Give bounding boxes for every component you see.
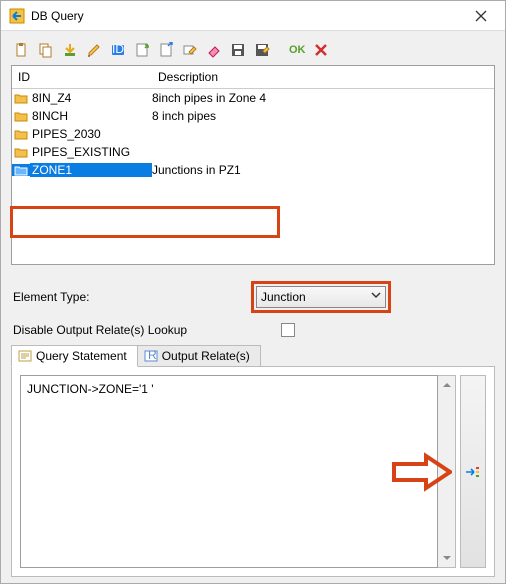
query-tab-page	[11, 366, 495, 577]
new-icon[interactable]	[133, 41, 151, 59]
element-type-label: Element Type:	[11, 290, 251, 304]
tab-output-relates[interactable]: R Output Relate(s)	[137, 345, 261, 367]
folder-icon	[12, 164, 30, 176]
tab-query-statement[interactable]: Query Statement	[11, 345, 138, 367]
folder-icon	[12, 146, 30, 158]
row-description: 8inch pipes in Zone 4	[152, 91, 494, 105]
relate-icon: R	[144, 349, 158, 363]
paste-icon[interactable]	[13, 41, 31, 59]
narrow-fields-button[interactable]	[460, 375, 486, 568]
disable-lookup-checkbox[interactable]	[281, 323, 295, 337]
row-id: 8IN_Z4	[30, 91, 152, 105]
query-scrollbar[interactable]	[438, 375, 456, 568]
list-row[interactable]: PIPES_2030	[12, 125, 494, 143]
id-badge-icon[interactable]: ID	[109, 41, 127, 59]
row-description: Junctions in PZ1	[152, 163, 494, 177]
cancel-icon[interactable]	[312, 41, 330, 59]
toolbar: ID OK	[11, 41, 495, 59]
element-type-combo[interactable]: Junction	[256, 286, 386, 308]
list-header: ID Description	[12, 66, 494, 89]
row-id: PIPES_2030	[30, 127, 152, 141]
query-list[interactable]: ID Description 8IN_Z48inch pipes in Zone…	[11, 65, 495, 265]
list-row[interactable]: PIPES_EXISTING	[12, 143, 494, 161]
app-icon	[9, 8, 25, 24]
import-icon[interactable]	[61, 41, 79, 59]
list-row[interactable]: 8INCH8 inch pipes	[12, 107, 494, 125]
db-query-window: DB Query ID OK ID Description	[0, 0, 506, 584]
narrow-icon	[464, 463, 482, 481]
ok-button[interactable]: OK	[289, 41, 306, 59]
header-id[interactable]: ID	[12, 66, 152, 88]
sql-icon	[18, 349, 32, 363]
row-id: 8INCH	[30, 109, 152, 123]
tab-relates-label: Output Relate(s)	[162, 349, 250, 363]
list-row[interactable]: 8IN_Z48inch pipes in Zone 4	[12, 89, 494, 107]
row-id: PIPES_EXISTING	[30, 145, 152, 159]
erase-icon[interactable]	[205, 41, 223, 59]
query-wrap	[20, 375, 486, 568]
titlebar: DB Query	[1, 1, 505, 31]
svg-text:ID: ID	[112, 42, 124, 56]
save-icon[interactable]	[229, 41, 247, 59]
disable-lookup-label: Disable Output Relate(s) Lookup	[11, 323, 281, 337]
list-body[interactable]: 8IN_Z48inch pipes in Zone 48INCH8 inch p…	[12, 89, 494, 264]
edit-pencil-icon[interactable]	[85, 41, 103, 59]
element-type-row: Element Type: Junction	[11, 281, 495, 313]
disable-lookup-row: Disable Output Relate(s) Lookup	[11, 323, 495, 337]
folder-icon	[12, 128, 30, 140]
window-title: DB Query	[31, 9, 461, 23]
svg-text:R: R	[148, 349, 157, 362]
list-row[interactable]: ZONE1Junctions in PZ1	[12, 161, 494, 179]
row-id: ZONE1	[30, 163, 152, 177]
folder-icon	[12, 110, 30, 122]
row-description: 8 inch pipes	[152, 109, 494, 123]
element-type-value: Junction	[261, 290, 306, 304]
open-icon[interactable]	[157, 41, 175, 59]
copy-icon[interactable]	[37, 41, 55, 59]
query-text-area[interactable]	[20, 375, 438, 568]
close-button[interactable]	[461, 1, 501, 31]
tabs: Query Statement R Output Relate(s)	[11, 345, 495, 367]
chevron-down-icon	[371, 290, 381, 300]
tab-query-label: Query Statement	[36, 349, 127, 363]
save-as-icon[interactable]	[253, 41, 271, 59]
rename-icon[interactable]	[181, 41, 199, 59]
header-description[interactable]: Description	[152, 66, 494, 88]
element-type-highlight: Junction	[251, 281, 391, 313]
scroll-up-icon[interactable]	[438, 376, 455, 394]
dialog-body: ID OK ID Description 8IN_Z48inch pipes i…	[1, 31, 505, 583]
folder-icon	[12, 92, 30, 104]
scroll-down-icon[interactable]	[438, 549, 455, 567]
